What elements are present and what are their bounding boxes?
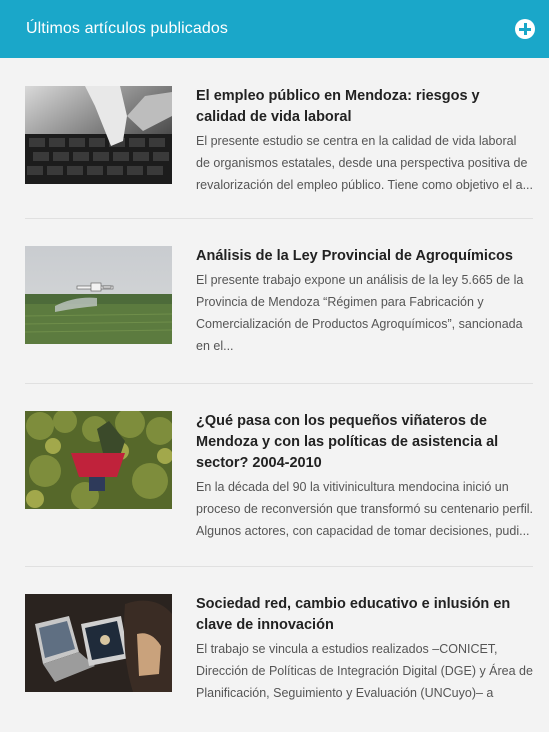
- crop-duster-image: [25, 246, 172, 344]
- article-excerpt: En la década del 90 la vitivinicultura m…: [196, 480, 533, 538]
- article-text: ¿Qué pasa con los pequeños viñateros de …: [196, 411, 533, 542]
- widget-title: Últimos artículos publicados: [26, 20, 228, 37]
- students-laptop-image: [25, 594, 172, 692]
- plus-circle-icon[interactable]: [515, 19, 535, 39]
- article-title[interactable]: Sociedad red, cambio educativo e inlusió…: [196, 594, 533, 636]
- latest-articles-widget: Últimos artículos publicados El empleo p…: [0, 0, 549, 732]
- article-excerpt: El presente trabajo expone un análisis d…: [196, 273, 524, 353]
- article-list: El empleo público en Mendoza: riesgos y …: [0, 58, 549, 726]
- vineyard-harvest-image: [25, 411, 172, 509]
- article-item: ¿Qué pasa con los pequeños viñateros de …: [25, 384, 533, 567]
- keyboard-hand-image: [25, 86, 172, 184]
- article-item: El empleo público en Mendoza: riesgos y …: [25, 58, 533, 219]
- article-thumbnail-cropduster[interactable]: [25, 246, 172, 344]
- article-text: El empleo público en Mendoza: riesgos y …: [196, 86, 533, 196]
- article-title[interactable]: ¿Qué pasa con los pequeños viñateros de …: [196, 411, 533, 474]
- article-title[interactable]: Análisis de la Ley Provincial de Agroquí…: [196, 246, 533, 267]
- article-item: Análisis de la Ley Provincial de Agroquí…: [25, 219, 533, 384]
- article-thumbnail-keyboard[interactable]: [25, 86, 172, 184]
- article-excerpt: El presente estudio se centra en la cali…: [196, 134, 533, 192]
- article-item: Sociedad red, cambio educativo e inlusió…: [25, 567, 533, 726]
- widget-header: Últimos artículos publicados: [0, 0, 549, 58]
- article-thumbnail-vineyard[interactable]: [25, 411, 172, 509]
- article-thumbnail-laptop[interactable]: [25, 594, 172, 692]
- article-excerpt: El trabajo se vincula a estudios realiza…: [196, 642, 533, 700]
- article-title[interactable]: El empleo público en Mendoza: riesgos y …: [196, 86, 533, 128]
- article-text: Sociedad red, cambio educativo e inlusió…: [196, 594, 533, 704]
- article-text: Análisis de la Ley Provincial de Agroquí…: [196, 246, 533, 357]
